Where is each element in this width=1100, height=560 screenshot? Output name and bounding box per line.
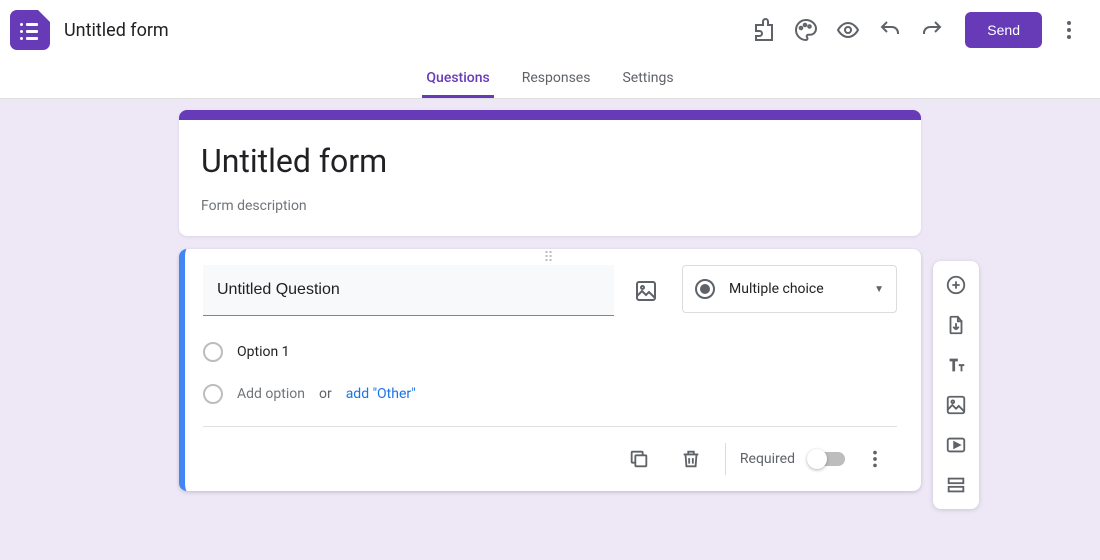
form-description[interactable]: Form description (201, 198, 899, 214)
forms-logo-icon[interactable] (10, 10, 50, 50)
question-type-select[interactable]: Multiple choice ▼ (682, 265, 897, 313)
question-footer: Required (203, 426, 897, 485)
required-label: Required (740, 451, 795, 467)
radio-icon (695, 279, 715, 299)
add-image-icon[interactable] (634, 279, 662, 307)
tabs: Questions Responses Settings (0, 60, 1100, 99)
preview-icon[interactable] (827, 9, 869, 51)
tab-questions[interactable]: Questions (422, 60, 493, 98)
add-option-button[interactable]: Add option (237, 386, 305, 402)
canvas: Untitled form Form description ⠿ Multipl… (0, 99, 1100, 560)
send-button[interactable]: Send (965, 12, 1042, 48)
add-question-icon[interactable] (937, 267, 975, 303)
add-image-block-icon[interactable] (937, 387, 975, 423)
option-row[interactable]: Option 1 (203, 342, 897, 362)
add-section-icon[interactable] (937, 467, 975, 503)
drag-handle-icon[interactable]: ⠿ (203, 249, 897, 265)
radio-icon (203, 342, 223, 362)
document-name[interactable]: Untitled form (64, 20, 169, 41)
required-toggle[interactable] (809, 452, 845, 466)
question-card[interactable]: ⠿ Multiple choice ▼ Option 1 (179, 249, 921, 491)
tab-settings[interactable]: Settings (618, 60, 677, 98)
duplicate-icon[interactable] (617, 437, 661, 481)
header-bar: Untitled form Send (0, 0, 1100, 60)
add-video-icon[interactable] (937, 427, 975, 463)
side-toolbar (933, 261, 979, 509)
form-title[interactable]: Untitled form (201, 142, 899, 180)
question-title-input[interactable] (203, 265, 614, 316)
redo-icon[interactable] (911, 9, 953, 51)
radio-icon (203, 384, 223, 404)
palette-icon[interactable] (785, 9, 827, 51)
add-option-row: Add option or add "Other" (203, 384, 897, 404)
title-card[interactable]: Untitled form Form description (179, 110, 921, 236)
option-label[interactable]: Option 1 (237, 344, 290, 360)
add-other-link[interactable]: add "Other" (346, 386, 416, 402)
addons-icon[interactable] (743, 9, 785, 51)
delete-icon[interactable] (669, 437, 713, 481)
more-icon[interactable] (1048, 9, 1090, 51)
tab-responses[interactable]: Responses (518, 60, 595, 98)
undo-icon[interactable] (869, 9, 911, 51)
add-title-icon[interactable] (937, 347, 975, 383)
or-text: or (319, 386, 332, 402)
question-more-icon[interactable] (853, 437, 897, 481)
question-type-label: Multiple choice (729, 281, 860, 297)
import-questions-icon[interactable] (937, 307, 975, 343)
chevron-down-icon: ▼ (874, 284, 884, 295)
